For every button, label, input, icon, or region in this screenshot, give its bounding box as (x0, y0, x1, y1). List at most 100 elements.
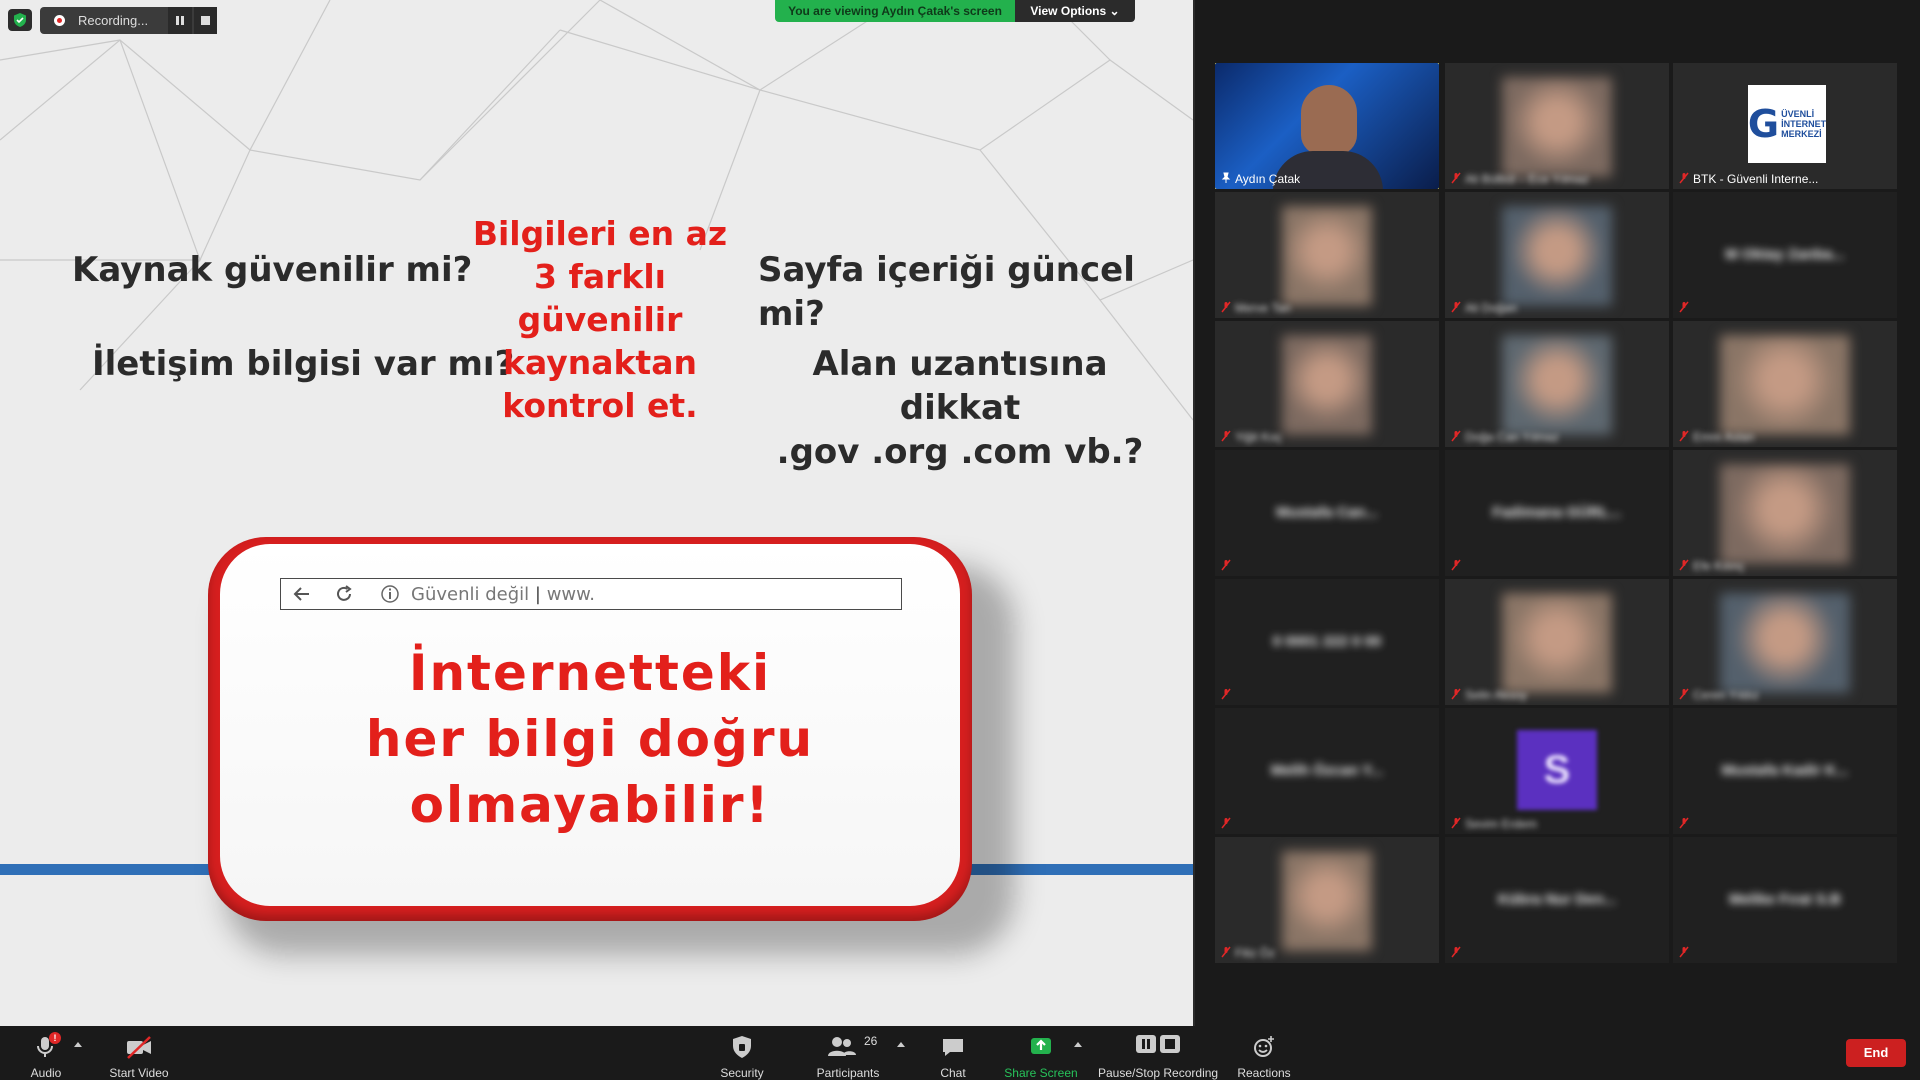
security-status: Güvenli değil (411, 584, 530, 605)
participant-tile[interactable]: Doğa Can Yılmaz (1445, 321, 1669, 447)
participant-center-name: M Oktay Zanba... (1725, 246, 1845, 263)
shield-icon (733, 1036, 751, 1058)
participant-video (1282, 851, 1372, 951)
participant-name: Filiz Öz (1235, 946, 1275, 960)
participant-tile[interactable]: Mustafa Kadir K... (1673, 708, 1897, 834)
participant-center-name: Mustafa Kadir K... (1721, 762, 1849, 779)
participant-name: Ali Bülbül – Ece Yılmaz (1465, 172, 1589, 186)
slide-center-advice: Bilgileri en az 3 farklı güvenilir kayna… (470, 212, 730, 427)
participant-tile[interactable]: Efe Kılınç (1673, 450, 1897, 576)
security-shield-button[interactable] (8, 9, 32, 31)
guvenli-internet-logo: G ÜVENLİ İNTERNET MERKEZİ (1748, 85, 1826, 163)
recording-pause-button[interactable] (168, 7, 192, 34)
participant-tile[interactable]: Mustafa Can... (1215, 450, 1439, 576)
mic-muted-icon (1679, 172, 1689, 184)
participant-tile[interactable]: S Sevim Erdem (1445, 708, 1669, 834)
participant-center-name: Kübra Nur Den... (1497, 891, 1617, 908)
participant-video (1502, 335, 1612, 435)
mic-muted-icon (1679, 946, 1689, 958)
reload-icon (337, 585, 352, 601)
start-video-label: Start Video (109, 1066, 169, 1080)
warning-message: İnternetteki her bilgi doğru olmayabilir… (240, 640, 940, 838)
slide-question-source: Kaynak güvenilir mi? (72, 250, 473, 290)
participant-tile[interactable]: Fadimana GÜRL... (1445, 450, 1669, 576)
participant-tile[interactable]: Kübra Nur Den... (1445, 837, 1669, 963)
participant-avatar: S (1517, 730, 1597, 810)
participant-name: Efe Kılınç (1693, 559, 1745, 573)
pause-stop-recording-button[interactable]: Pause/Stop Recording (1098, 1032, 1218, 1080)
advice-line: kaynaktan (503, 343, 697, 382)
participant-tile[interactable]: 0 0001 222 0 00 (1215, 579, 1439, 705)
mic-muted-icon (1679, 430, 1689, 442)
advice-line: kontrol et. (502, 386, 698, 425)
participant-tile[interactable]: Ali Bülbül – Ece Yılmaz (1445, 63, 1669, 189)
info-icon (381, 585, 399, 603)
participant-name: Aydın Çatak (1235, 172, 1301, 186)
security-label: Security (720, 1066, 764, 1080)
chat-button[interactable]: Chat (930, 1032, 976, 1080)
participants-button[interactable]: 26 Participants (812, 1032, 884, 1080)
warning-line: İnternetteki (408, 644, 772, 702)
participant-tile[interactable]: Selin Aksoy (1445, 579, 1669, 705)
mic-muted-icon (1221, 817, 1231, 829)
reactions-button[interactable]: Reactions (1234, 1032, 1294, 1080)
pin-icon (1221, 172, 1231, 183)
participant-tile[interactable]: Aydın Çatak (1215, 63, 1439, 189)
mic-muted-icon (1679, 301, 1689, 313)
participant-name: Emre Aslan (1693, 430, 1755, 444)
participant-center-name: 0 0001 222 0 00 (1272, 633, 1382, 650)
end-meeting-button[interactable]: End (1846, 1039, 1906, 1067)
start-video-button[interactable]: Start Video (100, 1032, 178, 1080)
warning-line: olmayabilir! (409, 776, 771, 834)
stop-icon (201, 16, 210, 25)
participant-video (1282, 206, 1372, 306)
view-options-button[interactable]: View Options ⌄ (1015, 0, 1135, 22)
recording-stop-button[interactable] (194, 7, 217, 34)
participant-tile[interactable]: Melih Özcan Y... (1215, 708, 1439, 834)
mic-muted-icon (1451, 688, 1461, 700)
back-arrow-icon (293, 587, 309, 601)
participant-video (1720, 335, 1850, 435)
participant-center-name: Melike Fırat S.B (1729, 891, 1841, 908)
participants-options-caret[interactable] (897, 1042, 905, 1047)
view-options-label: View Options (1030, 4, 1107, 18)
participant-tile[interactable]: Melike Fırat S.B (1673, 837, 1897, 963)
participant-tile[interactable]: Ali Doğan (1445, 192, 1669, 318)
advice-line: Bilgileri en az (472, 214, 728, 253)
mic-muted-icon (1679, 559, 1689, 571)
participant-tile[interactable]: Merve Tan (1215, 192, 1439, 318)
participant-name: BTK - Güvenli Interne... (1693, 172, 1819, 186)
participant-tile[interactable]: G ÜVENLİ İNTERNET MERKEZİ BTK - Güvenli Inte… (1673, 63, 1897, 189)
mic-muted-icon (1451, 430, 1461, 442)
participant-center-name: Melih Özcan Y... (1270, 762, 1384, 779)
mic-muted-icon (1221, 946, 1231, 958)
advice-line: 3 farklı (534, 257, 666, 296)
share-screen-label: Share Screen (1004, 1066, 1078, 1080)
audio-label: Audio (30, 1066, 62, 1080)
participant-video (1720, 464, 1850, 564)
participants-label: Participants (816, 1066, 880, 1080)
shared-screen: Kaynak güvenilir mi? İletişim bilgisi va… (0, 0, 1193, 1026)
participant-tile[interactable]: Filiz Öz (1215, 837, 1439, 963)
audio-warning-badge: ! (49, 1032, 61, 1044)
mic-muted-icon (1451, 817, 1461, 829)
mic-muted-icon (1451, 172, 1461, 184)
chat-label: Chat (940, 1066, 966, 1080)
audio-button[interactable]: ! Audio (20, 1032, 72, 1080)
slide-question-domain-line1: Alan uzantısına dikkat (812, 344, 1108, 428)
share-screen-button[interactable]: Share Screen (1000, 1032, 1082, 1080)
share-screen-icon (1031, 1038, 1051, 1054)
recording-indicator: Recording... (40, 7, 217, 34)
security-button[interactable]: Security (712, 1032, 772, 1080)
slide-question-domain: Alan uzantısına dikkat .gov .org .com vb… (760, 342, 1160, 474)
participant-tile[interactable]: Ceren Yıldız (1673, 579, 1897, 705)
participant-video (1502, 206, 1612, 306)
audio-options-caret[interactable] (74, 1042, 82, 1047)
participant-tile[interactable]: Yiğit Koç (1215, 321, 1439, 447)
mic-muted-icon (1221, 430, 1231, 442)
share-screen-options-caret[interactable] (1074, 1042, 1082, 1047)
participant-tile[interactable]: M Oktay Zanba... (1673, 192, 1897, 318)
url-text: www. (546, 584, 595, 605)
participant-tile[interactable]: Emre Aslan (1673, 321, 1897, 447)
video-off-icon (127, 1036, 151, 1059)
